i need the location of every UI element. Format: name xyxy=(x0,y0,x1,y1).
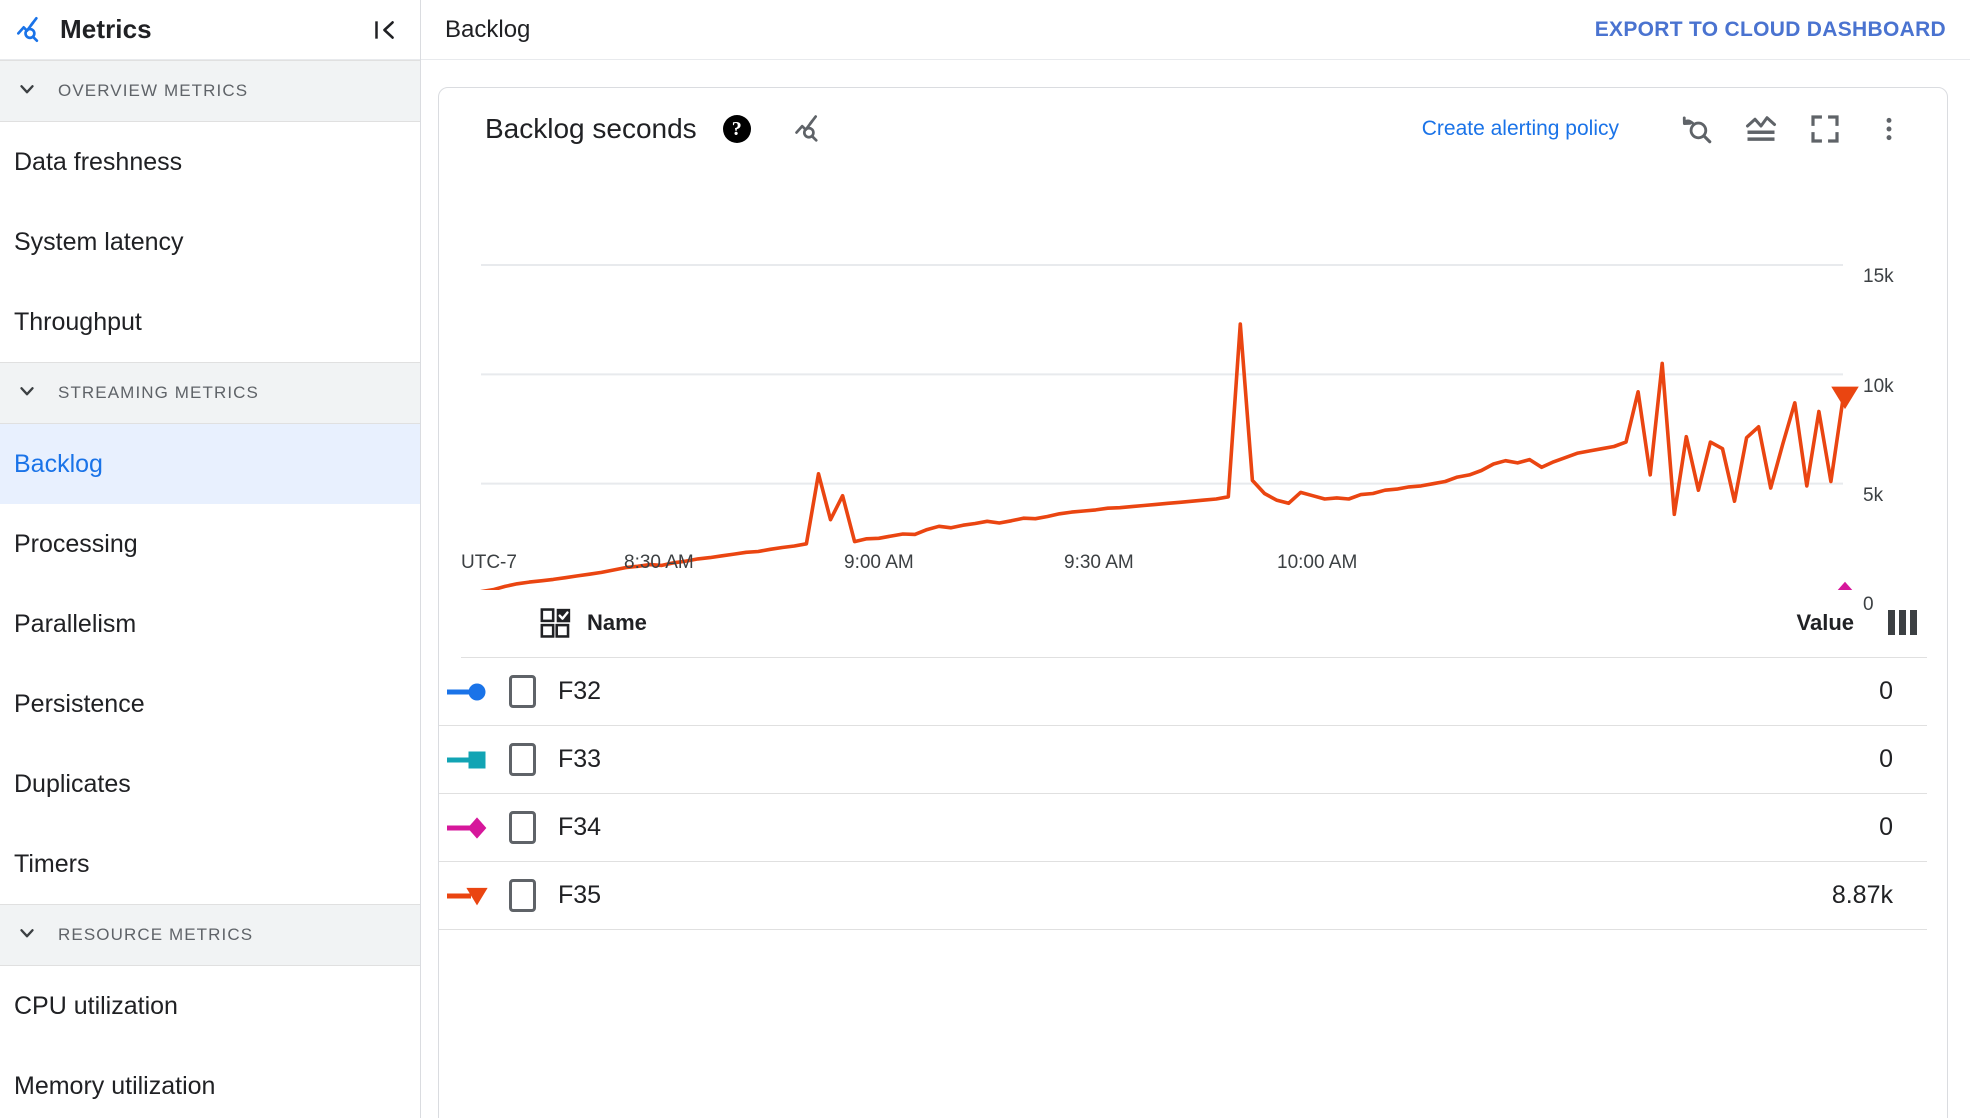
table-row[interactable]: F34 0 xyxy=(439,794,1927,862)
series-table: Name Value F32 0 F33 0 F34 0 F35 8.87k xyxy=(439,588,1947,930)
sidebar-item-label: Throughput xyxy=(14,307,142,336)
column-header-name[interactable]: Name xyxy=(587,610,1797,636)
sidebar-section-overview-metrics[interactable]: OVERVIEW METRICS xyxy=(0,60,420,122)
series-value: 8.87k xyxy=(1831,881,1893,909)
sidebar-item-label: Memory utilization xyxy=(14,1071,216,1100)
sidebar-item-throughput[interactable]: Throughput xyxy=(0,282,420,362)
sidebar-item-data-freshness[interactable]: Data freshness xyxy=(0,122,420,202)
metrics-page: Metrics OVERVIEW METRICS Data freshness … xyxy=(0,0,1970,1118)
sidebar-item-label: System latency xyxy=(14,227,184,256)
x-axis-tick-label: 9:00 AM xyxy=(844,552,914,573)
sidebar-item-persistence[interactable]: Persistence xyxy=(0,664,420,744)
sidebar-section-label: RESOURCE METRICS xyxy=(58,925,254,944)
y-axis-tick-label: 15k xyxy=(1863,266,1894,287)
y-axis-tick-label: 10k xyxy=(1863,376,1894,397)
series-checkbox[interactable] xyxy=(509,879,536,912)
series-value: 0 xyxy=(1879,677,1893,705)
sidebar-item-label: CPU utilization xyxy=(14,991,178,1020)
chevron-down-icon xyxy=(16,78,38,105)
select-all-icon[interactable] xyxy=(539,606,573,640)
help-icon[interactable]: ? xyxy=(722,115,751,143)
sidebar-item-parallelism[interactable]: Parallelism xyxy=(0,584,420,664)
chevron-down-icon xyxy=(16,380,38,407)
more-options-icon[interactable] xyxy=(1865,105,1913,153)
metrics-explorer-icon xyxy=(14,13,48,47)
series-checkbox[interactable] xyxy=(509,675,536,708)
table-row[interactable]: F33 0 xyxy=(439,726,1927,794)
series-color-swatch xyxy=(439,677,509,707)
series-checkbox[interactable] xyxy=(509,811,536,844)
backlog-chart[interactable]: 15k 10k 5k 0 UTC-7 8:30 AM 9:00 AM 9:30 … xyxy=(439,170,1948,615)
metrics-explorer-icon[interactable] xyxy=(793,112,827,146)
series-value: 0 xyxy=(1879,813,1893,841)
sidebar-item-processing[interactable]: Processing xyxy=(0,504,420,584)
sidebar-item-label: Timers xyxy=(14,849,90,878)
backlog-chart-card: Backlog seconds ? Create alerting policy xyxy=(438,87,1948,1118)
column-header-value[interactable]: Value xyxy=(1797,610,1854,636)
chart-card-header: Backlog seconds ? Create alerting policy xyxy=(439,88,1947,170)
sidebar-item-system-latency[interactable]: System latency xyxy=(0,202,420,282)
sidebar-item-label: Persistence xyxy=(14,689,145,718)
table-header-row: Name Value xyxy=(461,588,1927,658)
main-content: Backlog EXPORT TO CLOUD DASHBOARD Backlo… xyxy=(421,0,1970,1118)
breadcrumb: Backlog xyxy=(445,15,531,43)
sidebar-item-memory-utilization[interactable]: Memory utilization xyxy=(0,1046,420,1118)
series-color-swatch xyxy=(439,745,509,775)
x-axis-tick-label: 9:30 AM xyxy=(1064,552,1134,573)
sidebar-section-resource-metrics[interactable]: RESOURCE METRICS xyxy=(0,904,420,966)
sidebar: Metrics OVERVIEW METRICS Data freshness … xyxy=(0,0,421,1118)
x-axis-tick-label: 10:00 AM xyxy=(1277,552,1358,573)
x-axis-tick-label: 8:30 AM xyxy=(624,552,694,573)
sidebar-title: Metrics xyxy=(60,14,152,44)
chart-style-icon[interactable] xyxy=(1737,105,1785,153)
sidebar-header: Metrics xyxy=(0,0,420,60)
chart-title: Backlog seconds xyxy=(485,113,697,144)
sidebar-item-label: Parallelism xyxy=(14,609,137,638)
chart-canvas[interactable] xyxy=(439,170,1948,590)
sidebar-item-cpu-utilization[interactable]: CPU utilization xyxy=(0,966,420,1046)
table-row[interactable]: F35 8.87k xyxy=(439,862,1927,930)
series-name: F32 xyxy=(558,677,602,705)
series-name: F33 xyxy=(558,745,602,773)
sidebar-item-label: Processing xyxy=(14,529,138,558)
sidebar-section-label: STREAMING METRICS xyxy=(58,383,259,402)
y-axis-tick-label: 5k xyxy=(1863,485,1884,506)
series-checkbox[interactable] xyxy=(509,743,536,776)
timezone-label: UTC-7 xyxy=(461,552,517,573)
series-color-swatch xyxy=(439,881,509,911)
series-name: F34 xyxy=(558,813,602,841)
sidebar-section-streaming-metrics[interactable]: STREAMING METRICS xyxy=(0,362,420,424)
series-value: 0 xyxy=(1879,745,1893,773)
sidebar-item-label: Duplicates xyxy=(14,769,131,798)
series-name: F35 xyxy=(558,881,602,909)
table-body: F32 0 F33 0 F34 0 F35 8.87k xyxy=(439,658,1947,930)
sidebar-item-timers[interactable]: Timers xyxy=(0,824,420,904)
fullscreen-icon[interactable] xyxy=(1801,105,1849,153)
sidebar-section-label: OVERVIEW METRICS xyxy=(58,81,249,100)
sidebar-item-duplicates[interactable]: Duplicates xyxy=(0,744,420,824)
collapse-panel-icon[interactable] xyxy=(368,13,402,47)
sidebar-item-backlog[interactable]: Backlog xyxy=(0,424,420,504)
sidebar-item-label: Backlog xyxy=(14,449,103,478)
series-color-swatch xyxy=(439,813,509,843)
reset-zoom-icon[interactable] xyxy=(1673,105,1721,153)
table-row[interactable]: F32 0 xyxy=(439,658,1927,726)
column-settings-icon[interactable] xyxy=(1888,610,1917,635)
chevron-down-icon xyxy=(16,922,38,949)
sidebar-item-label: Data freshness xyxy=(14,147,183,176)
create-alerting-policy-button[interactable]: Create alerting policy xyxy=(1422,117,1619,141)
main-topbar: Backlog EXPORT TO CLOUD DASHBOARD xyxy=(421,0,1970,60)
export-to-cloud-dashboard-button[interactable]: EXPORT TO CLOUD DASHBOARD xyxy=(1595,18,1946,42)
